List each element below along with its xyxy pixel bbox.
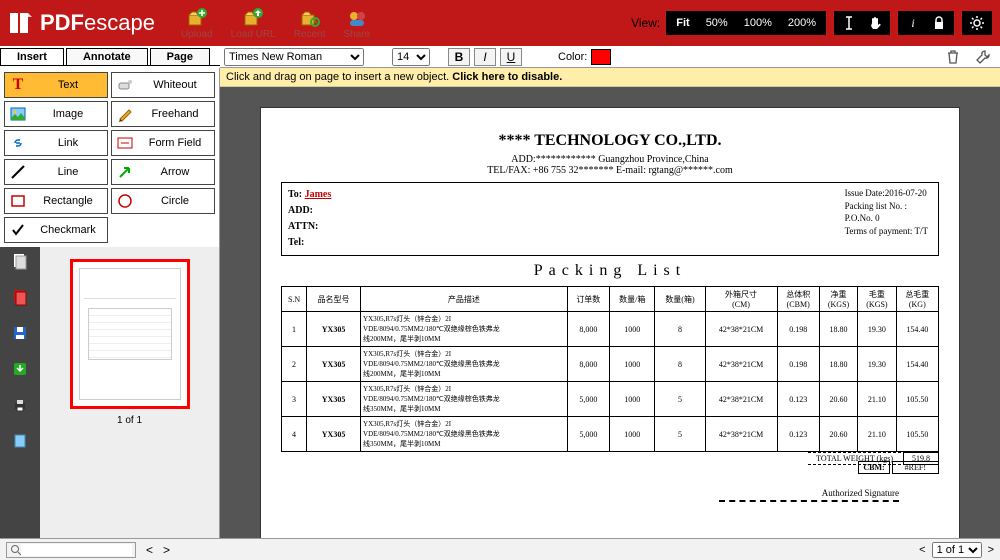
zoom-panel: Fit50%100%200% [666, 11, 826, 35]
table-row: 1YX305YX305,R7s灯头（锌合金）2IVDE/8094/0.75MM2… [282, 312, 939, 347]
tool-form-field[interactable]: Form Field [111, 130, 215, 156]
table-row: 3YX305YX305,R7s灯头（锌合金）2IVDE/8094/0.75MM2… [282, 382, 939, 417]
tool-circle[interactable]: Circle [111, 188, 215, 214]
top-load-url[interactable]: Load URL [231, 7, 276, 40]
tool-checkmark[interactable]: Checkmark [4, 217, 108, 243]
font-select[interactable]: Times New Roman [224, 48, 364, 66]
top-share[interactable]: Share [343, 7, 370, 40]
search-icon [10, 544, 21, 556]
tool-freehand[interactable]: Freehand [111, 101, 215, 127]
gear-icon[interactable] [964, 12, 990, 34]
circle-icon [116, 192, 134, 210]
thumb-label: 1 of 1 [117, 415, 142, 426]
tool-whiteout[interactable]: Whiteout [111, 72, 215, 98]
to-field[interactable]: James [305, 189, 332, 200]
tab-annotate[interactable]: Annotate [66, 48, 148, 65]
tab-page[interactable]: Page [150, 48, 210, 65]
canvas-area[interactable]: **** TECHNOLOGY CO.,LTD. ADD:***********… [220, 87, 1000, 540]
tool-line[interactable]: Line [4, 159, 108, 185]
doc-icon[interactable] [10, 431, 30, 451]
search-input[interactable] [21, 544, 132, 556]
tool-link[interactable]: Link [4, 130, 108, 156]
color-label: Color: [558, 51, 587, 63]
print-icon[interactable] [10, 395, 30, 415]
info-icon[interactable]: i [900, 12, 926, 34]
hint-bar: Click and drag on page to insert a new o… [220, 68, 1000, 87]
logo: PDFescape [8, 10, 155, 36]
text-cursor-icon[interactable] [836, 12, 862, 34]
link-icon [9, 134, 27, 152]
packing-list-title: Packing List [281, 262, 939, 280]
size-select[interactable]: 14 [392, 48, 430, 66]
table-row: 2YX305YX305,R7s灯头（锌合金）2IVDE/8094/0.75MM2… [282, 347, 939, 382]
search-box[interactable] [6, 542, 136, 558]
doc-addr: ADD:************ Guangzhou Province,Chin… [281, 154, 939, 165]
zoom-50[interactable]: 50% [698, 17, 736, 29]
checkmark-icon [9, 221, 27, 239]
image-icon [9, 105, 27, 123]
view-label: View: [625, 14, 666, 32]
page-select[interactable]: 1 of 1 [932, 542, 982, 558]
top-recent[interactable]: Recent [294, 7, 326, 40]
table-row: 4YX305YX305,R7s灯头（锌合金）2IVDE/8094/0.75MM2… [282, 417, 939, 452]
page-next[interactable]: > [988, 544, 994, 556]
top-upload[interactable]: Upload [181, 7, 213, 40]
zoom-200[interactable]: 200% [780, 17, 824, 29]
lock-icon[interactable] [926, 12, 952, 34]
page-thumbnail[interactable] [70, 259, 190, 409]
pages-red-icon[interactable] [10, 287, 30, 307]
search-prev[interactable]: < [146, 543, 153, 557]
pdf-page[interactable]: **** TECHNOLOGY CO.,LTD. ADD:***********… [260, 107, 960, 540]
tab-insert[interactable]: Insert [0, 48, 64, 65]
search-next[interactable]: > [163, 543, 170, 557]
download-icon[interactable] [10, 359, 30, 379]
bold-button[interactable]: B [448, 48, 470, 66]
line-icon [9, 163, 27, 181]
hint-disable-link[interactable]: Click here to disable. [452, 71, 562, 83]
packing-table: S.N品名型号产品描述订单数数量/箱数量(箱)外箱尺寸(CM)总体积(CBM)净… [281, 286, 939, 452]
whiteout-icon [116, 76, 134, 94]
wrench-icon[interactable] [970, 46, 996, 68]
signature-label: Authorized Signature [281, 488, 939, 498]
doc-contact: TEL/FAX: +86 755 32******* E-mail: rgtan… [281, 165, 939, 176]
tool-rectangle[interactable]: Rectangle [4, 188, 108, 214]
italic-button[interactable]: I [474, 48, 496, 66]
trash-icon[interactable] [940, 46, 966, 68]
tool-image[interactable]: Image [4, 101, 108, 127]
doc-title: **** TECHNOLOGY CO.,LTD. [281, 132, 939, 150]
tool-text[interactable]: TText [4, 72, 108, 98]
zoom-Fit[interactable]: Fit [668, 17, 697, 29]
freehand-icon [116, 105, 134, 123]
arrow-icon [116, 163, 134, 181]
hand-icon[interactable] [862, 12, 888, 34]
form-field-icon [116, 134, 134, 152]
underline-button[interactable]: U [500, 48, 522, 66]
rectangle-icon [9, 192, 27, 210]
color-swatch[interactable] [591, 49, 611, 65]
text-icon: T [9, 76, 27, 94]
page-prev[interactable]: < [919, 544, 925, 556]
save-icon[interactable] [10, 323, 30, 343]
zoom-100[interactable]: 100% [736, 17, 780, 29]
pages-icon[interactable] [10, 251, 30, 271]
tool-arrow[interactable]: Arrow [111, 159, 215, 185]
